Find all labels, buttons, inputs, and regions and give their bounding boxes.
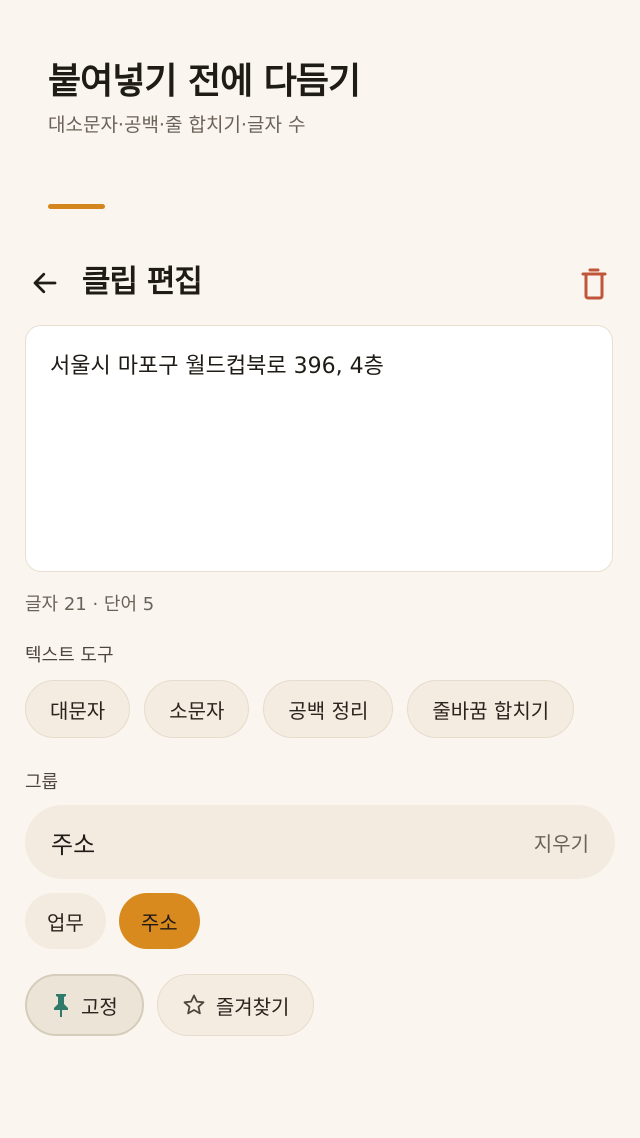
- text-tools-row: 대문자 소문자 공백 정리 줄바꿈 합치기: [25, 680, 575, 738]
- pin-icon: [51, 993, 71, 1017]
- group-tag-work[interactable]: 업무: [25, 893, 106, 949]
- app-subtitle: 대소문자·공백·줄 합치기·글자 수: [48, 114, 306, 136]
- group-input[interactable]: 주소 지우기: [25, 805, 615, 879]
- clip-text-editor[interactable]: 서울시 마포구 월드컵북로 396, 4층: [25, 325, 613, 572]
- group-tag-address[interactable]: 주소: [118, 893, 200, 949]
- favorite-label: 즐겨찾기: [215, 994, 290, 1019]
- accent-bar: [48, 204, 105, 209]
- uppercase-button[interactable]: 대문자: [25, 680, 131, 738]
- clip-actions-row: 고정 즐겨찾기: [25, 974, 315, 1036]
- group-input-value: 주소: [51, 830, 96, 859]
- character-word-counter: 글자 21 · 단어 5: [25, 594, 155, 615]
- trim-whitespace-button[interactable]: 공백 정리: [263, 680, 394, 738]
- back-button[interactable]: [24, 262, 66, 304]
- pin-button[interactable]: 고정: [25, 974, 144, 1036]
- delete-button[interactable]: [572, 262, 616, 306]
- join-lines-button[interactable]: 줄바꿈 합치기: [407, 680, 575, 738]
- favorite-button[interactable]: 즐겨찾기: [156, 974, 315, 1036]
- star-outline-icon: [182, 993, 206, 1017]
- arrow-left-icon: [30, 268, 60, 298]
- group-tags-row: 업무 주소: [25, 893, 200, 949]
- screen-title: 클립 편집: [82, 264, 203, 300]
- lowercase-button[interactable]: 소문자: [144, 680, 250, 738]
- group-label: 그룹: [25, 772, 59, 793]
- clear-group-button[interactable]: 지우기: [534, 828, 589, 857]
- app-title: 붙여넣기 전에 다듬기: [48, 61, 361, 102]
- text-tools-label: 텍스트 도구: [25, 645, 114, 666]
- trash-icon: [581, 268, 607, 300]
- pin-label: 고정: [81, 994, 118, 1019]
- edit-toolbar: 클립 편집: [24, 258, 616, 308]
